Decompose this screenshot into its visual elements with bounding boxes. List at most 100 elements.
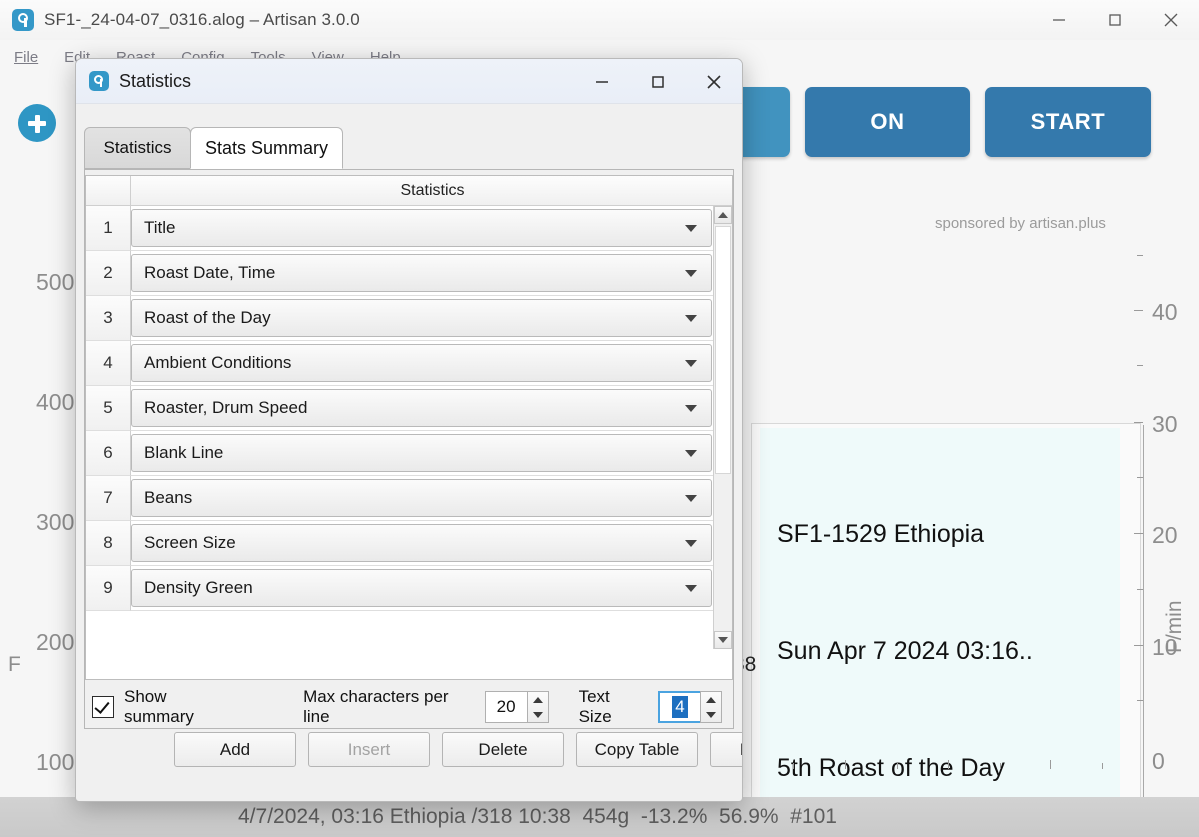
statistics-field-select[interactable]: Roast of the Day [131,299,712,337]
statusbar-text: 4/7/2024, 03:16 Ethiopia /318 10:38 454g… [238,805,837,828]
row-cell: Title [131,206,714,251]
scrollbar-thumb[interactable] [715,226,731,474]
spin-up-icon[interactable] [701,692,721,707]
row-cell: Beans [131,476,714,521]
dialog-titlebar: Statistics [76,59,742,104]
insert-button: Insert [308,732,430,767]
minimize-icon[interactable] [1031,0,1087,40]
spin-down-icon[interactable] [528,707,548,722]
table-row: 9 Density Green [86,566,714,611]
add-button[interactable]: Add [174,732,296,767]
spin-down-icon[interactable] [701,707,721,722]
y-axis-tick [1134,533,1143,534]
window-controls [1031,0,1199,40]
table-row: 8 Screen Size [86,521,714,566]
max-chars-label: Max characters per line [303,687,449,726]
table-column-header: Statistics [131,176,732,205]
maximize-icon[interactable] [1087,0,1143,40]
y-axis-right-label: F/min [1163,600,1186,654]
statistics-field-select[interactable]: Screen Size [131,524,712,562]
y-axis-tick [1137,700,1143,701]
y-axis-right-line [1143,425,1144,837]
app-titlebar: SF1-_24-04-07_0316.alog – Artisan 3.0.0 [0,0,1199,40]
maximize-icon[interactable] [630,59,686,104]
spin-up-icon[interactable] [528,692,548,707]
start-button[interactable]: START [985,87,1151,157]
max-chars-input[interactable]: 20 [484,691,527,723]
y-axis-tick [1137,255,1143,256]
scroll-down-arrow-icon[interactable] [714,631,732,649]
row-cell: Screen Size [131,521,714,566]
minimize-icon[interactable] [574,59,630,104]
table-row: 4 Ambient Conditions [86,341,714,386]
stats-summary-text: SF1-1529 Ethiopia Sun Apr 7 2024 03:16..… [777,437,1048,837]
artisan-logo-icon [12,9,34,31]
close-icon[interactable] [1143,0,1199,40]
statistics-field-select[interactable]: Title [131,209,712,247]
y-axis-tick [1137,589,1143,590]
scroll-up-arrow-icon[interactable] [714,206,732,224]
y-left-tick-500: 500 [36,269,75,295]
statistics-field-select[interactable]: Beans [131,479,712,517]
row-cell: Density Green [131,566,714,611]
statistics-field-select[interactable]: Ambient Conditions [131,344,712,382]
y-left-tick-100: 100 [36,749,75,775]
delete-button[interactable]: Delete [442,732,564,767]
text-size-stepper[interactable]: 4 [658,691,722,723]
statistics-field-select[interactable]: Roast Date, Time [131,254,712,292]
text-size-spin-buttons[interactable] [700,691,722,723]
table-body: 1 Title 2 Roast Date, Time 3 Roast of th… [86,206,714,649]
row-number: 8 [86,521,131,566]
on-button[interactable]: ON [805,87,970,157]
statistics-field-select[interactable]: Blank Line [131,434,712,472]
statistics-field-select[interactable]: Density Green [131,569,712,607]
row-number: 6 [86,431,131,476]
add-icon[interactable] [18,104,56,142]
show-summary-checkbox[interactable] [92,696,114,718]
max-chars-stepper[interactable]: 20 [484,691,549,723]
ok-button[interactable]: OK [665,801,743,802]
close-icon[interactable] [686,59,742,104]
x-axis-tick [845,760,846,769]
defaults-button[interactable]: Defaults [710,732,742,767]
row-number: 4 [86,341,131,386]
show-summary-label: Show summary [124,687,194,726]
tab-statistics[interactable]: Statistics [84,127,191,169]
artisan-logo-icon [89,71,109,91]
x-axis-tick [1050,760,1051,769]
table-header: Statistics [86,176,732,206]
table-row: 7 Beans [86,476,714,521]
menu-file[interactable]: File [14,49,38,66]
summary-line: Sun Apr 7 2024 03:16.. [777,637,1033,665]
y-axis-left-label: F [8,653,21,676]
dialog-title: Statistics [119,70,192,91]
x-axis-tick [793,763,794,769]
table-scrollbar[interactable] [713,206,732,649]
row-number: 5 [86,386,131,431]
row-cell: Roaster, Drum Speed [131,386,714,431]
x-axis-tick [948,760,949,769]
tab-stats-summary[interactable]: Stats Summary [190,127,343,169]
table-row: 5 Roaster, Drum Speed [86,386,714,431]
statistics-field-select[interactable]: Roaster, Drum Speed [131,389,712,427]
x-axis-tick [1102,763,1103,769]
table-row: 3 Roast of the Day [86,296,714,341]
table-row: 1 Title [86,206,714,251]
y-right-tick-30: 30 [1152,411,1178,437]
row-cell: Roast Date, Time [131,251,714,296]
y-axis-tick [1134,645,1143,646]
max-chars-spin-buttons[interactable] [526,691,549,723]
y-axis-tick [1137,365,1143,366]
copy-table-button[interactable]: Copy Table [576,732,698,767]
text-size-value: 4 [672,696,688,718]
row-cell: Ambient Conditions [131,341,714,386]
y-right-tick-0: 0 [1152,748,1165,774]
text-size-input[interactable]: 4 [658,691,700,723]
y-left-tick-400: 400 [36,389,75,415]
table-row: 2 Roast Date, Time [86,251,714,296]
y-right-tick-40: 40 [1152,299,1178,325]
y-axis-tick [1134,310,1143,311]
row-number: 9 [86,566,131,611]
y-left-tick-300: 300 [36,509,75,535]
text-size-label: Text Size [578,687,612,726]
